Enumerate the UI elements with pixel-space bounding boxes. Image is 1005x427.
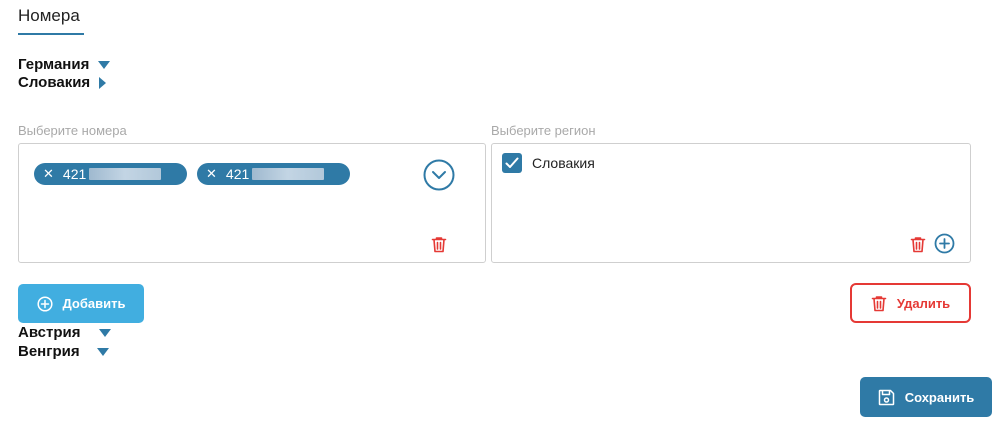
save-button[interactable]: Сохранить [860, 377, 992, 417]
region-checkbox[interactable] [502, 153, 522, 173]
plus-circle-icon [36, 295, 53, 312]
region-option-label: Словакия [532, 155, 595, 171]
country-hungary[interactable]: Венгрия [18, 343, 109, 360]
expand-numbers-button[interactable] [423, 159, 455, 191]
delete-button[interactable]: Удалить [850, 283, 971, 323]
chevron-down-circle-icon [423, 159, 455, 191]
remove-chip-icon[interactable]: ✕ [206, 166, 217, 182]
tab-numbers[interactable]: Номера [18, 6, 80, 26]
caret-down-icon [98, 60, 111, 69]
country-label: Германия [18, 56, 90, 73]
country-label: Венгрия [18, 343, 80, 360]
country-germany[interactable]: Германия [18, 56, 111, 73]
add-button-label: Добавить [62, 296, 126, 311]
plus-circle-icon [934, 233, 955, 254]
tab-active-indicator [18, 33, 84, 35]
country-austria[interactable]: Австрия [18, 324, 111, 341]
numbers-select[interactable] [18, 143, 486, 263]
save-button-label: Сохранить [904, 389, 975, 405]
add-button[interactable]: Добавить [18, 284, 144, 323]
delete-button-label: Удалить [896, 295, 951, 311]
chip-value: 421 [225, 166, 250, 182]
trash-icon [910, 236, 926, 252]
redacted-number [252, 168, 325, 180]
add-region-button[interactable] [934, 233, 955, 254]
floppy-disk-icon [878, 389, 894, 405]
numbers-field-label: Выберите номера [18, 123, 127, 138]
chip-value: 421 [62, 166, 87, 182]
delete-region-button[interactable] [909, 235, 927, 253]
trash-icon [431, 236, 447, 252]
country-label: Словакия [18, 74, 91, 91]
redacted-number [89, 168, 162, 180]
number-chip: ✕ 421 [34, 163, 187, 185]
caret-down-icon [96, 347, 109, 356]
caret-down-icon [98, 328, 111, 337]
country-slovakia[interactable]: Словакия [18, 74, 107, 91]
checkmark-icon [505, 157, 519, 168]
country-label: Австрия [18, 324, 81, 341]
caret-right-icon [99, 76, 107, 89]
trash-icon [871, 295, 887, 311]
region-field-label: Выберите регион [491, 123, 596, 138]
number-chip: ✕ 421 [197, 163, 350, 185]
delete-numbers-button[interactable] [430, 235, 448, 253]
remove-chip-icon[interactable]: ✕ [43, 166, 54, 182]
